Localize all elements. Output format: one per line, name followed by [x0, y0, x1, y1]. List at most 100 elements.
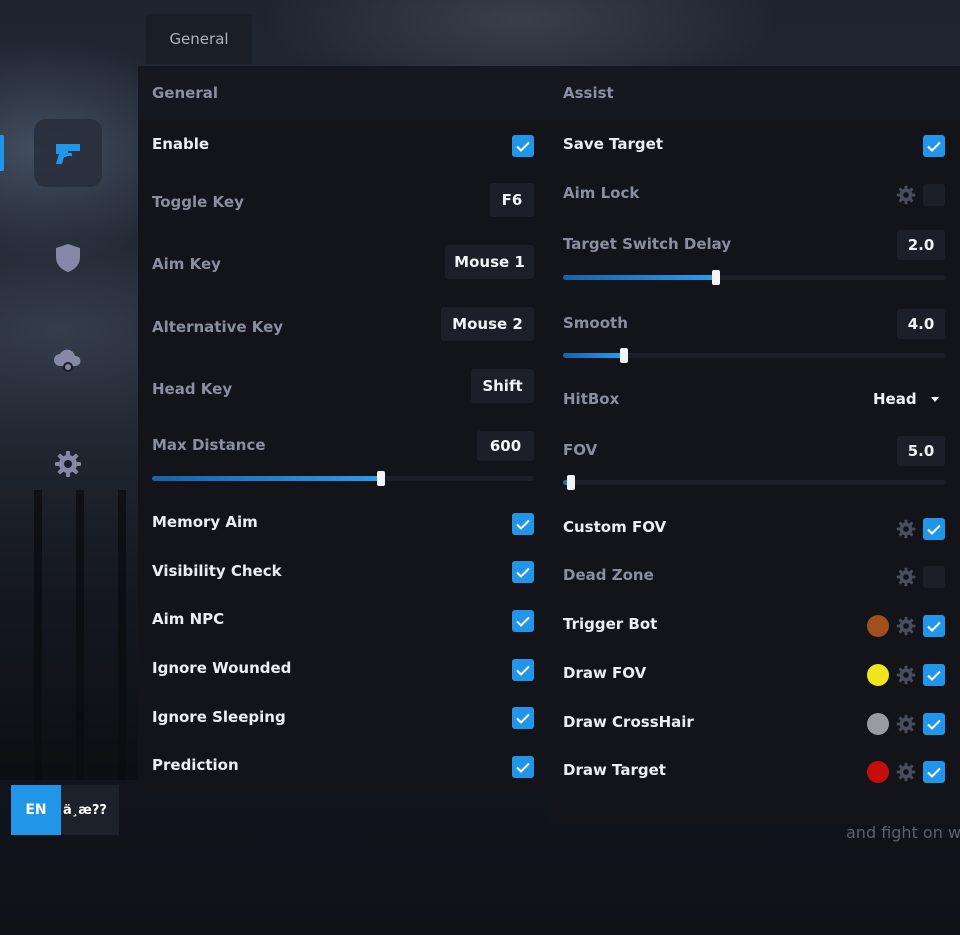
language-en-button[interactable]: EN — [11, 785, 61, 835]
memory-aim-checkbox[interactable] — [512, 513, 534, 535]
slider-thumb[interactable] — [712, 270, 720, 285]
gear-icon — [896, 665, 916, 685]
caret-down-icon — [930, 396, 939, 402]
visibility-check-checkbox[interactable] — [512, 561, 534, 583]
gear-icon — [54, 450, 82, 478]
aim-key-button[interactable]: Mouse 1 — [445, 245, 534, 279]
aim-key-label: Aim Key — [152, 255, 221, 273]
max-distance-value[interactable]: 600 — [477, 431, 534, 461]
check-icon — [516, 567, 530, 578]
sidebar-active-indicator — [0, 135, 4, 171]
draw-target-label: Draw Target — [563, 761, 666, 779]
sidebar-item-aim[interactable] — [34, 119, 102, 187]
background-fence — [0, 490, 140, 780]
trigger-bot-label: Trigger Bot — [563, 615, 658, 633]
shield-icon — [55, 243, 81, 273]
draw-fov-label: Draw FOV — [563, 664, 647, 682]
ignore-wounded-label: Ignore Wounded — [152, 659, 292, 677]
check-icon — [516, 713, 530, 724]
ignore-sleeping-checkbox[interactable] — [512, 707, 534, 729]
hitbox-label: HitBox — [563, 390, 620, 408]
draw-crosshair-label: Draw CrossHair — [563, 713, 694, 731]
general-section-title: General — [138, 66, 549, 120]
general-panel — [138, 66, 549, 792]
check-icon — [927, 767, 941, 778]
trigger-bot-checkbox[interactable] — [923, 615, 945, 637]
gear-icon — [896, 714, 916, 734]
prediction-checkbox[interactable] — [512, 756, 534, 778]
gun-icon — [54, 141, 82, 165]
visibility-check-label: Visibility Check — [152, 562, 282, 580]
smooth-slider[interactable] — [563, 348, 945, 363]
gear-icon — [896, 567, 916, 587]
custom-fov-settings-gear-icon[interactable] — [895, 518, 917, 540]
custom-fov-label: Custom FOV — [563, 518, 667, 536]
alternative-key-label: Alternative Key — [152, 318, 284, 336]
gear-icon — [896, 185, 916, 205]
ignore-wounded-checkbox[interactable] — [512, 659, 534, 681]
toggle-key-label: Toggle Key — [152, 193, 244, 211]
slider-thumb[interactable] — [620, 348, 628, 363]
draw-fov-checkbox[interactable] — [923, 664, 945, 686]
aim-lock-checkbox[interactable] — [923, 184, 945, 206]
smooth-value[interactable]: 4.0 — [897, 309, 945, 339]
enable-checkbox[interactable] — [512, 135, 534, 157]
dead-zone-checkbox[interactable] — [923, 566, 945, 588]
head-key-label: Head Key — [152, 380, 233, 398]
gear-icon — [896, 519, 916, 539]
dead-zone-settings-gear-icon[interactable] — [895, 566, 917, 588]
enable-label: Enable — [152, 135, 210, 153]
draw-crosshair-color-swatch[interactable] — [867, 713, 889, 735]
check-icon — [927, 621, 941, 632]
hitbox-dropdown[interactable]: Head — [873, 384, 939, 414]
check-icon — [516, 519, 530, 530]
draw-target-settings-gear-icon[interactable] — [895, 761, 917, 783]
toggle-key-button[interactable]: F6 — [490, 183, 534, 217]
slider-fill — [563, 353, 624, 358]
check-icon — [516, 762, 530, 773]
background-caption: and fight on w — [846, 823, 960, 842]
check-icon — [927, 141, 941, 152]
fov-label: FOV — [563, 441, 598, 459]
max-distance-slider[interactable] — [152, 471, 534, 486]
aim-lock-settings-gear-icon[interactable] — [895, 184, 917, 206]
sidebar-item-settings[interactable] — [34, 430, 102, 498]
slider-thumb[interactable] — [567, 475, 575, 490]
dead-zone-label: Dead Zone — [563, 566, 654, 584]
draw-target-color-swatch[interactable] — [867, 761, 889, 783]
check-icon — [516, 665, 530, 676]
slider-thumb[interactable] — [377, 471, 385, 486]
memory-aim-label: Memory Aim — [152, 513, 258, 531]
tab-general[interactable]: General — [146, 14, 252, 64]
prediction-label: Prediction — [152, 756, 239, 774]
fov-slider[interactable] — [563, 475, 945, 490]
draw-fov-color-swatch[interactable] — [867, 664, 889, 686]
gear-icon — [896, 616, 916, 636]
custom-fov-checkbox[interactable] — [923, 518, 945, 540]
save-target-checkbox[interactable] — [923, 135, 945, 157]
trigger-bot-color-swatch[interactable] — [867, 615, 889, 637]
aim-npc-checkbox[interactable] — [512, 610, 534, 632]
draw-crosshair-checkbox[interactable] — [923, 713, 945, 735]
target-switch-delay-label: Target Switch Delay — [563, 235, 732, 253]
fov-value[interactable]: 5.0 — [897, 436, 945, 466]
check-icon — [516, 616, 530, 627]
aim-lock-label: Aim Lock — [563, 184, 640, 202]
slider-fill — [152, 476, 381, 481]
save-target-label: Save Target — [563, 135, 663, 153]
draw-crosshair-settings-gear-icon[interactable] — [895, 713, 917, 735]
draw-target-checkbox[interactable] — [923, 761, 945, 783]
trigger-bot-settings-gear-icon[interactable] — [895, 615, 917, 637]
alternative-key-button[interactable]: Mouse 2 — [441, 307, 534, 341]
target-switch-delay-value[interactable]: 2.0 — [897, 230, 945, 260]
ignore-sleeping-label: Ignore Sleeping — [152, 708, 286, 726]
head-key-button[interactable]: Shift — [471, 369, 534, 403]
sidebar-item-misc[interactable] — [34, 327, 102, 395]
draw-fov-settings-gear-icon[interactable] — [895, 664, 917, 686]
assist-section-title: Assist — [549, 66, 960, 120]
sidebar-item-visuals[interactable] — [34, 224, 102, 292]
language-other-button[interactable]: ä¸­æ?? — [61, 785, 119, 835]
slider-track — [563, 480, 945, 485]
check-icon — [516, 141, 530, 152]
target-switch-delay-slider[interactable] — [563, 270, 945, 285]
